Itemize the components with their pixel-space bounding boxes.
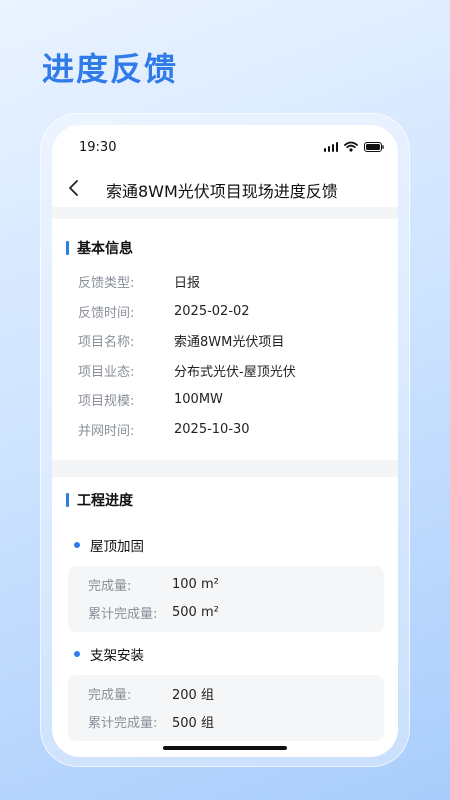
status-time: 19:30	[79, 140, 117, 155]
task-value: 200 组	[172, 687, 214, 703]
info-row: 反馈类型: 日报	[78, 267, 378, 297]
task-row: 完成量: 200 组	[88, 679, 384, 707]
info-label: 并网时间:	[78, 423, 135, 439]
section-divider	[52, 460, 398, 477]
back-arrow-icon[interactable]	[64, 177, 84, 199]
task-value: 100 m²	[172, 576, 219, 592]
task-label: 完成量:	[88, 578, 132, 594]
info-value: 2025-10-30	[174, 421, 250, 437]
info-value: 100MW	[174, 392, 223, 408]
progress-task: 屋顶加固 完成量: 100 m² 累计完成量: 500 m²	[68, 535, 384, 632]
task-label: 累计完成量:	[88, 715, 158, 731]
section-title: 基本信息	[77, 241, 133, 257]
section-accent-bar	[66, 493, 69, 507]
info-label: 项目名称:	[78, 335, 135, 351]
page-title: 索通8WM光伏项目现场进度反馈	[106, 182, 338, 201]
progress-task: 支架安装 完成量: 200 组 累计完成量: 500 组	[68, 644, 384, 741]
nav-bar: 索通8WM光伏项目现场进度反馈	[52, 169, 398, 207]
info-row: 并网时间: 2025-10-30	[78, 415, 378, 445]
section-divider	[52, 207, 398, 219]
task-row: 累计完成量: 500 组	[88, 707, 384, 735]
task-value: 500 m²	[172, 604, 219, 620]
info-label: 反馈时间:	[78, 305, 135, 321]
info-value: 索通8WM光伏项目	[174, 335, 285, 351]
bullet-dot-icon	[74, 651, 80, 657]
section-header-basic-info: 基本信息	[66, 238, 133, 258]
task-label: 累计完成量:	[88, 606, 158, 622]
wifi-icon	[344, 141, 358, 152]
task-row: 累计完成量: 500 m²	[88, 598, 384, 626]
basic-info-list: 反馈类型: 日报 反馈时间: 2025-02-02 项目名称: 索通8WM光伏项…	[78, 267, 378, 444]
section-header-progress: 工程进度	[66, 490, 133, 510]
info-value: 日报	[174, 276, 201, 292]
section-title: 工程进度	[77, 493, 133, 509]
info-row: 项目规模: 100MW	[78, 385, 378, 415]
info-value: 分布式光伏-屋顶光伏	[174, 364, 296, 380]
battery-icon	[364, 141, 384, 152]
signal-icon	[323, 141, 338, 152]
status-bar: 19:30	[52, 125, 398, 169]
task-header: 屋顶加固	[74, 535, 384, 555]
info-row: 项目名称: 索通8WM光伏项目	[78, 326, 378, 356]
task-name: 屋顶加固	[90, 539, 144, 555]
task-card: 完成量: 200 组 累计完成量: 500 组	[68, 675, 384, 741]
info-label: 项目规模:	[78, 394, 135, 410]
info-value: 2025-02-02	[174, 303, 250, 319]
info-label: 反馈类型:	[78, 276, 135, 292]
info-label: 项目业态:	[78, 364, 135, 380]
info-row: 反馈时间: 2025-02-02	[78, 297, 378, 327]
task-label: 完成量:	[88, 687, 132, 703]
task-name: 支架安装	[90, 648, 144, 664]
task-value: 500 组	[172, 715, 214, 731]
status-icons	[323, 141, 385, 152]
promo-title: 进度反馈	[42, 50, 179, 88]
bullet-dot-icon	[74, 542, 80, 548]
task-row: 完成量: 100 m²	[88, 570, 384, 598]
home-indicator[interactable]	[163, 746, 287, 750]
info-row: 项目业态: 分布式光伏-屋顶光伏	[78, 356, 378, 386]
phone-screen: 19:30 索通8WM光伏项目现场进度反馈 基本信息 反馈类型: 日报 反馈时间…	[52, 125, 398, 757]
section-accent-bar	[66, 241, 69, 255]
task-header: 支架安装	[74, 644, 384, 664]
task-card: 完成量: 100 m² 累计完成量: 500 m²	[68, 566, 384, 632]
